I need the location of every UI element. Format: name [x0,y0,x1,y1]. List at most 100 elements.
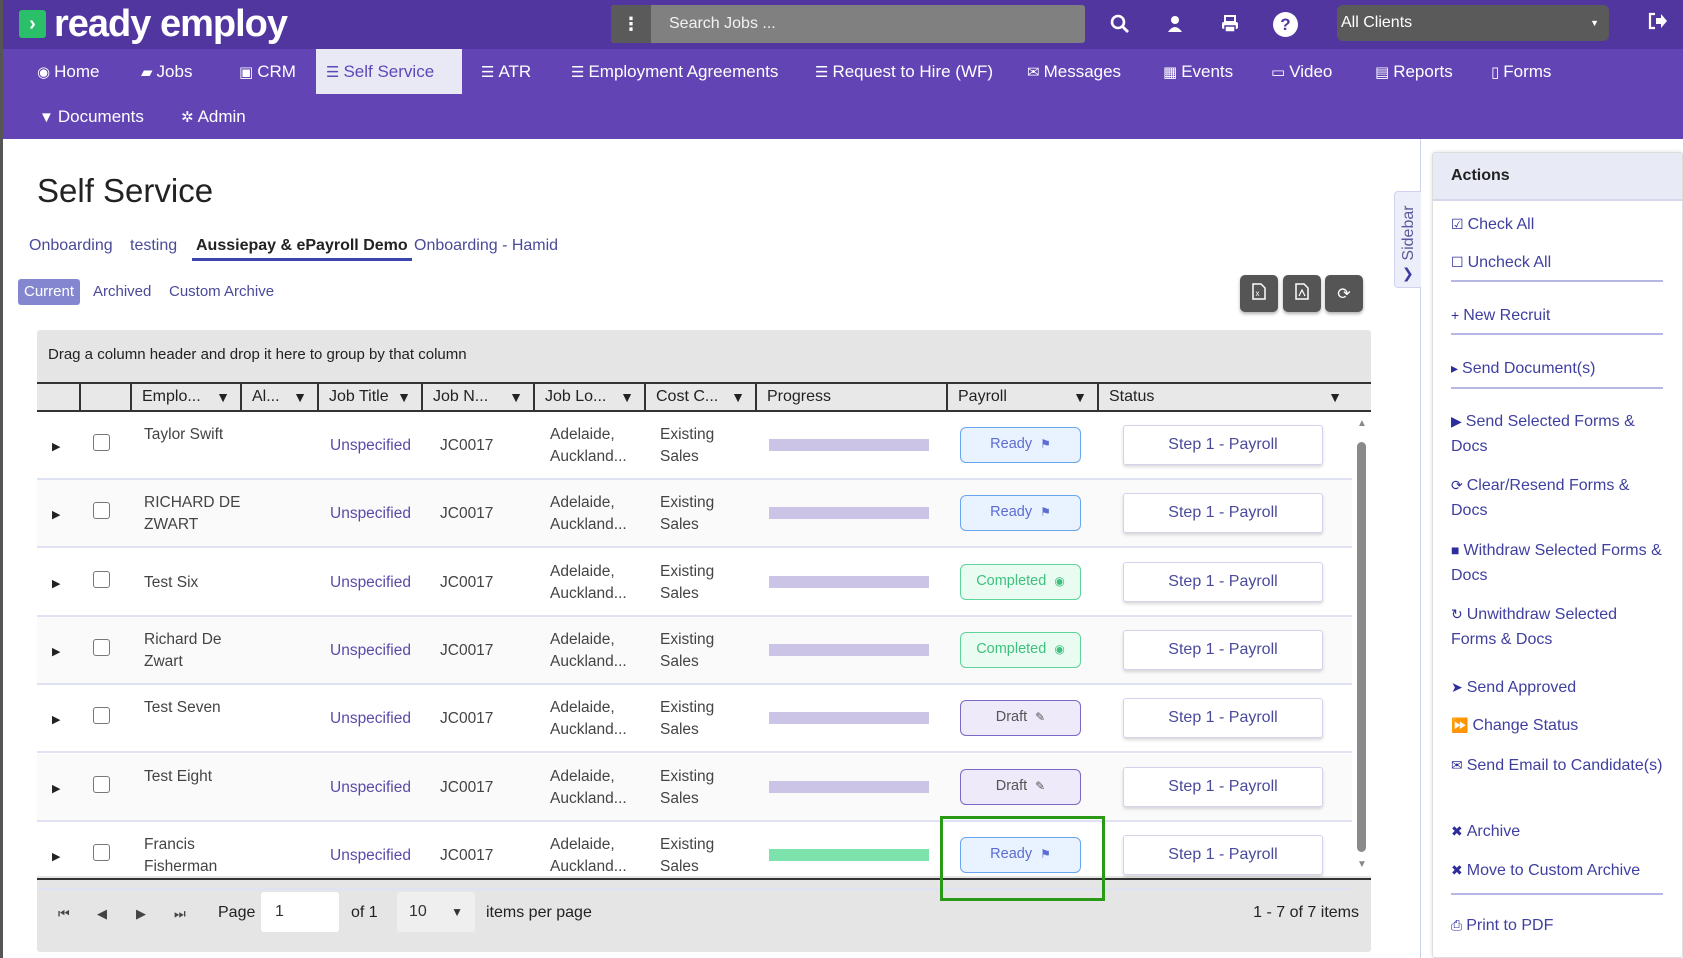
row-checkbox[interactable] [93,434,110,451]
row-checkbox[interactable] [93,502,110,520]
print-icon[interactable] [1218,12,1242,36]
job-title-link[interactable]: Unspecified [330,708,411,730]
action-send-email-to-candidate-s[interactable]: ✉ Send Email to Candidate(s) [1451,753,1666,778]
payroll-status-button[interactable]: Draft ✎ [960,768,1081,805]
search-input[interactable] [669,15,1069,33]
nav-jobs[interactable]: ▰ Jobs [131,49,202,94]
header-status[interactable]: Status ▼ [1097,384,1352,410]
expand-row-icon[interactable]: ▶ [52,504,60,526]
tab-aussiepay-epayroll-demo[interactable]: Aussiepay & ePayroll Demo [192,233,412,261]
header-payroll[interactable]: Payroll ▼ [946,384,1097,410]
action-send-selected-forms-docs[interactable]: ▶ Send Selected Forms & Docs [1451,409,1666,459]
nav-forms[interactable]: ▯ Forms [1481,49,1561,94]
job-title-link[interactable]: Unspecified [330,777,411,799]
job-title-link[interactable]: Unspecified [330,572,411,594]
filter-icon[interactable]: ▼ [293,384,307,410]
export-pdf-button[interactable] [1283,275,1321,312]
header-job-title[interactable]: Job Title ▼ [317,384,421,410]
header-job-location[interactable]: Job Lo... ▼ [533,384,644,410]
table-row[interactable]: ▶ Test Seven Unspecified JC0017 Adelaide, Au… [37,685,1352,754]
job-title-link[interactable]: Unspecified [330,640,411,662]
last-page-icon[interactable]: ⏭ [174,906,186,922]
filter-icon[interactable]: ▼ [509,384,523,410]
job-title-link[interactable]: Unspecified [330,503,411,525]
nav-messages[interactable]: ✉ Messages [1017,49,1131,94]
table-row[interactable]: ▶ Taylor Swift Unspecified JC0017 Adelaide, … [37,412,1352,480]
header-cost-centre[interactable]: Cost C... ▼ [644,384,755,410]
row-checkbox[interactable] [93,638,110,656]
filter-icon[interactable]: ▼ [731,384,745,410]
payroll-status-button[interactable]: Completed ◉ [960,563,1081,600]
status-step-button[interactable]: Step 1 - Payroll [1123,561,1323,602]
scroll-down-icon[interactable]: ▼ [1357,859,1367,870]
help-icon[interactable]: ? [1273,12,1298,37]
action-new-recruit[interactable]: + New Recruit [1451,303,1666,328]
scroll-up-icon[interactable]: ▲ [1357,418,1367,429]
nav-home[interactable]: ◉ Home [27,49,109,94]
grid-scrollbar[interactable]: ▲ ▼ [1352,412,1371,876]
search-menu-icon[interactable]: ⋮ [611,5,651,43]
action-unwithdraw-selected-forms-docs[interactable]: ↻ Unwithdraw Selected Forms & Docs [1451,602,1666,652]
status-step-button[interactable]: Step 1 - Payroll [1123,629,1323,670]
row-checkbox[interactable] [93,775,110,793]
action-clear-resend-forms-docs[interactable]: ⟳ Clear/Resend Forms & Docs [1451,473,1666,523]
table-row[interactable]: ▶ Test Six Unspecified JC0017 Adelaide, Auck… [37,549,1352,617]
subtab-current[interactable]: Current [18,279,81,305]
logo[interactable]: › ready employ [19,5,288,43]
expand-row-icon[interactable]: ▶ [52,846,60,868]
nav-atr[interactable]: ☰ ATR [471,49,541,94]
filter-icon[interactable]: ▼ [1328,384,1342,410]
header-employee[interactable]: Emplo... ▼ [130,384,240,410]
page-number-input[interactable] [261,892,339,932]
nav-documents[interactable]: ▼ Documents [29,94,154,139]
client-select[interactable]: All Clients ▼ [1337,5,1609,41]
table-row[interactable]: ▶ RICHARD DE ZWART Unspecified JC0017 Adelai… [37,480,1352,549]
status-step-button[interactable]: Step 1 - Payroll [1123,698,1323,739]
action-uncheck-all[interactable]: ☐ Uncheck All [1451,250,1666,275]
action-move-to-custom-archive[interactable]: ✖ Move to Custom Archive [1451,858,1666,883]
filter-icon[interactable]: ▼ [1073,384,1087,410]
refresh-button[interactable]: ⟳ [1325,275,1363,312]
action-send-approved[interactable]: ➤ Send Approved [1451,675,1666,700]
header-job-number[interactable]: Job N... ▼ [421,384,533,410]
payroll-status-button[interactable]: Draft ✎ [960,700,1081,737]
row-checkbox[interactable] [93,707,110,725]
table-row[interactable]: ▶ Richard De Zwart Unspecified JC0017 Adelai… [37,616,1352,685]
group-by-drop-zone[interactable]: Drag a column header and drop it here to… [48,346,467,363]
nav-self-service[interactable]: ☰ Self Service [316,49,462,94]
payroll-status-button[interactable]: Completed ◉ [960,631,1081,668]
header-progress[interactable]: Progress [755,384,946,410]
nav-admin[interactable]: ✲ Admin [171,94,256,139]
subtab-archived[interactable]: Archived [87,279,157,305]
nav-video[interactable]: ▭ Video [1261,49,1342,94]
payroll-status-button[interactable]: Ready ⚑ [960,427,1081,463]
nav-events[interactable]: ▦ Events [1153,49,1243,94]
search-icon[interactable] [1108,12,1132,36]
expand-row-icon[interactable]: ▶ [52,778,60,800]
row-checkbox[interactable] [93,570,110,588]
sidebar-toggle[interactable]: Sidebar ❯ [1394,191,1421,288]
job-title-link[interactable]: Unspecified [330,845,411,867]
tab-onboarding-hamid[interactable]: Onboarding - Hamid [414,233,558,261]
action-check-all[interactable]: ☑ Check All [1451,212,1666,237]
status-step-button[interactable]: Step 1 - Payroll [1123,766,1323,807]
filter-icon[interactable]: ▼ [397,384,411,410]
expand-row-icon[interactable]: ▶ [52,709,60,731]
action-withdraw-selected-forms-docs[interactable]: ■ Withdraw Selected Forms & Docs [1451,538,1666,588]
filter-icon[interactable]: ▼ [620,384,634,410]
tab-onboarding[interactable]: Onboarding [29,233,113,261]
action-send-document-s[interactable]: ▸ Send Document(s) [1451,356,1666,381]
expand-row-icon[interactable]: ▶ [52,641,60,663]
next-page-icon[interactable]: ▶ [136,906,146,922]
row-checkbox[interactable] [93,843,110,861]
export-excel-button[interactable]: x [1240,275,1278,312]
status-step-button[interactable]: Step 1 - Payroll [1123,493,1323,534]
job-title-link[interactable]: Unspecified [330,435,411,457]
page-size-select[interactable]: 10 ▼ [397,892,475,932]
header-al[interactable]: Al... ▼ [240,384,317,410]
table-row[interactable]: ▶ Test Eight Unspecified JC0017 Adelaide, Au… [37,753,1352,822]
logout-icon[interactable] [1648,12,1668,35]
filter-icon[interactable]: ▼ [216,384,230,410]
action-archive[interactable]: ✖ Archive [1451,819,1666,844]
subtab-custom-archive[interactable]: Custom Archive [163,279,280,305]
